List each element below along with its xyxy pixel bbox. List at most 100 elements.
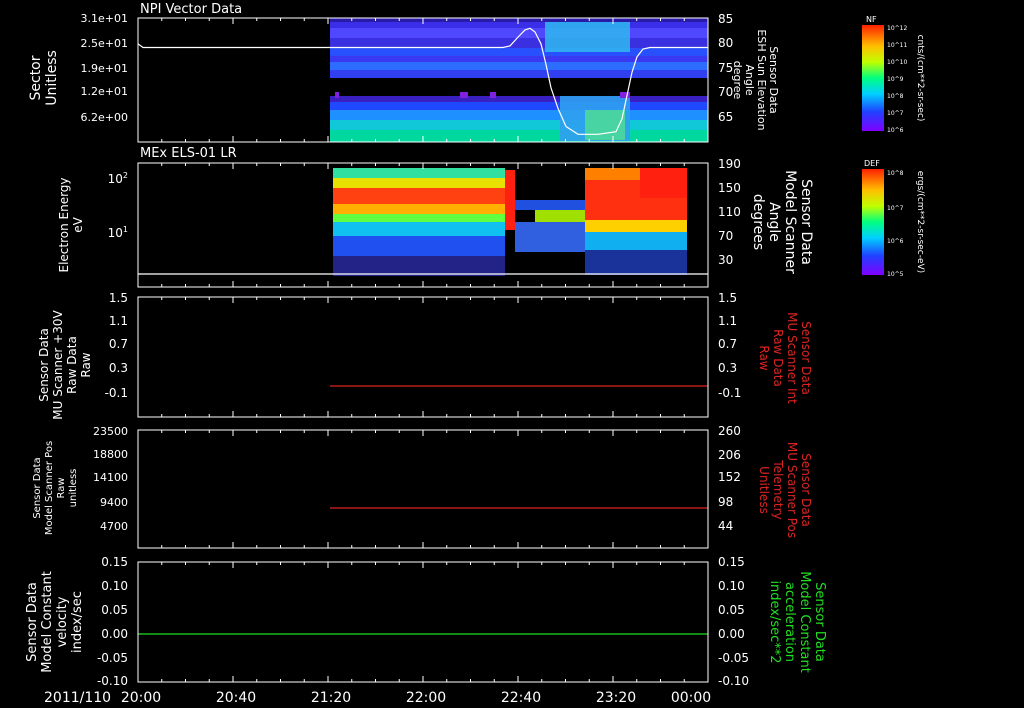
panel1-ytick-2: 2.5e+01 <box>81 37 128 50</box>
panel3-ytick-4: 0.3 <box>109 361 128 375</box>
panel5-ytick-2: 0.10 <box>101 579 128 593</box>
panel2-rtick-3: 110 <box>718 205 741 219</box>
panel1-right-ylabel: Sensor Data ESH Sun Elevation Angle degr… <box>731 29 780 130</box>
panel5-left-ylabel: Sensor Data Model Constant velocity inde… <box>25 571 85 673</box>
panel1-left-ylabel-line1: Sector <box>28 55 44 100</box>
panel4-left-ylabel: Sensor Data Model Scanner Pos Raw unitle… <box>32 441 79 535</box>
time-tick-6: 23:20 <box>596 690 636 706</box>
panel2-ytick-1: 102 <box>108 171 128 186</box>
time-axis-labels: 20:00 20:40 21:20 22:00 22:40 23:20 00:0… <box>121 690 711 706</box>
panel2-rtick-2: 150 <box>718 181 741 195</box>
colorbar1-tick-1: 10^12 <box>887 25 907 32</box>
panel2-right-ticks: 190 150 110 70 30 <box>718 157 741 267</box>
panel1-left-ylabel: Sector Unitless <box>28 50 60 106</box>
panel4-rtick-3: 152 <box>718 470 741 484</box>
panel5-right-ylabel-line1: Sensor Data <box>812 582 827 662</box>
panel4-left-ylabel-line1: Sensor Data <box>32 457 43 518</box>
panel1-ytick-4: 1.2e+01 <box>81 85 128 98</box>
colorbar1-tick-7: 10^6 <box>887 127 904 134</box>
panel5-ytick-4: 0.00 <box>101 627 128 641</box>
panel1-rtick-4: 70 <box>718 85 733 99</box>
colorbar1-tick-4: 10^9 <box>887 76 904 83</box>
panel4-rtick-2: 206 <box>718 448 741 462</box>
panel5-left-ylabel-line3: velocity <box>55 596 70 647</box>
panel2-right-ylabel-line1: Sensor Data <box>798 179 814 265</box>
panel2-right-ylabel-line4: degrees <box>750 194 766 250</box>
time-tick-3: 21:20 <box>311 690 351 706</box>
panel1-left-ticks: 3.1e+01 2.5e+01 1.9e+01 1.2e+01 6.2e+00 <box>81 12 128 124</box>
panel5-ytick-3: 0.05 <box>101 603 128 617</box>
panel2-rtick-5: 30 <box>718 253 733 267</box>
panel5-ytick-1: 0.15 <box>101 555 128 569</box>
time-tick-1: 20:00 <box>121 690 161 706</box>
panel5-left-ylabel-line4: index/sec <box>70 591 85 653</box>
panel2-left-ylabel: Electron Energy eV <box>57 177 85 272</box>
panel3-rtick-5: -0.1 <box>718 386 741 400</box>
panel5-right-ylabel-line4: index/sec**2 <box>767 580 782 663</box>
colorbar2-tick-2: 10^7 <box>887 205 904 212</box>
panel5-rtick-5: -0.05 <box>718 651 749 665</box>
colorbar2-unit: ergs/(cm**2-sr-sec-eV) <box>915 171 925 273</box>
panel5-rtick-2: 0.10 <box>718 579 745 593</box>
panel5-rtick-1: 0.15 <box>718 555 745 569</box>
panel4-rtick-4: 98 <box>718 495 733 509</box>
colorbar2-tick-1: 10^8 <box>887 170 904 177</box>
panel3-right-ylabel-line4: Raw <box>757 345 771 370</box>
panel2-rtick-1: 190 <box>718 157 741 171</box>
panel3-left-ylabel-line4: Raw <box>79 352 93 377</box>
panel4-ytick-5: 4700 <box>100 520 128 533</box>
panel2-left-ticks: 102 101 <box>108 171 128 240</box>
time-tick-5: 22:40 <box>501 690 541 706</box>
panel3-ytick-3: 0.7 <box>109 337 128 351</box>
panel5-left-ylabel-line2: Model Constant <box>40 571 55 673</box>
panel3-ytick-1: 1.5 <box>109 291 128 305</box>
panel4-right-ylabel-line2: MU Scanner Pos <box>785 442 799 538</box>
panel4-ytick-2: 18800 <box>93 448 128 461</box>
panel3-right-ticks: 1.5 1.1 0.7 0.3 -0.1 <box>718 291 741 400</box>
panel5-right-ylabel-line2: Model Constant <box>797 571 812 673</box>
panel1-rtick-3: 75 <box>718 61 733 75</box>
figure: NPI Vector Data Sector Unitless 3.1e+01 … <box>25 2 925 706</box>
panel1-title: NPI Vector Data <box>140 2 242 17</box>
colorbar1-ticks: 10^12 10^11 10^10 10^9 10^8 10^7 10^6 <box>887 25 907 134</box>
panel2-ytick-1-exp: 2 <box>123 171 128 180</box>
panel3-left-ylabel-line1: Sensor Data <box>37 328 51 402</box>
panel3-left-ylabel-line3: Raw Data <box>65 336 79 394</box>
colorbar2-tick-4: 10^5 <box>887 271 904 278</box>
colorbar1-gradient <box>862 25 884 131</box>
panel4-right-ylabel-line4: Unitless <box>757 466 771 514</box>
panel4-rtick-1: 260 <box>718 424 741 438</box>
panel4-left-ylabel-line2: Model Scanner Pos <box>44 441 55 535</box>
panel2-rtick-4: 70 <box>718 229 733 243</box>
panel4-frame <box>137 429 709 549</box>
panel5-right-ylabel-line3: acceleration <box>782 582 797 662</box>
panel1-rtick-1: 85 <box>718 12 733 26</box>
panel3-ytick-2: 1.1 <box>109 314 128 328</box>
colorbar2-ticks: 10^8 10^7 10^6 10^5 <box>887 170 904 278</box>
panel2-right-ylabel-line2: Model Scanner <box>782 170 798 274</box>
panel4-ytick-1: 23500 <box>93 425 128 438</box>
panel5-ytick-5: -0.05 <box>97 651 128 665</box>
colorbar1-tick-5: 10^8 <box>887 93 904 100</box>
panel2-ytick-2-exp: 1 <box>123 225 128 234</box>
time-tick-2: 20:40 <box>216 690 256 706</box>
panel1-rtick-2: 80 <box>718 36 733 50</box>
panel5-right-ticks: 0.15 0.10 0.05 0.00 -0.05 -0.10 <box>718 555 749 688</box>
panel5-rtick-6: -0.10 <box>718 674 749 688</box>
colorbar1-tick-2: 10^11 <box>887 42 907 49</box>
panel3-rtick-2: 1.1 <box>718 314 737 328</box>
panel4-left-ticks: 23500 18800 14100 9400 4700 <box>93 425 128 533</box>
panel5-ytick-6: -0.10 <box>97 674 128 688</box>
panel5-left-ylabel-line1: Sensor Data <box>25 582 40 662</box>
panel2-right-ylabel-line3: Angle <box>766 202 782 242</box>
panel2-spectrogram <box>330 168 708 285</box>
panel2-title: MEx ELS-01 LR <box>140 146 237 161</box>
colorbar2-label: DEF <box>864 159 880 168</box>
panel3-rtick-4: 0.3 <box>718 361 737 375</box>
panel5-rtick-4: 0.00 <box>718 627 745 641</box>
panel3-rtick-1: 1.5 <box>718 291 737 305</box>
panel3-right-ylabel: Sensor Data MU Scanner Int Raw Data Raw <box>757 312 813 404</box>
colorbar1-tick-6: 10^7 <box>887 110 904 117</box>
panel2-left-ylabel-line2: eV <box>71 216 85 232</box>
time-tick-7: 00:00 <box>671 690 711 706</box>
